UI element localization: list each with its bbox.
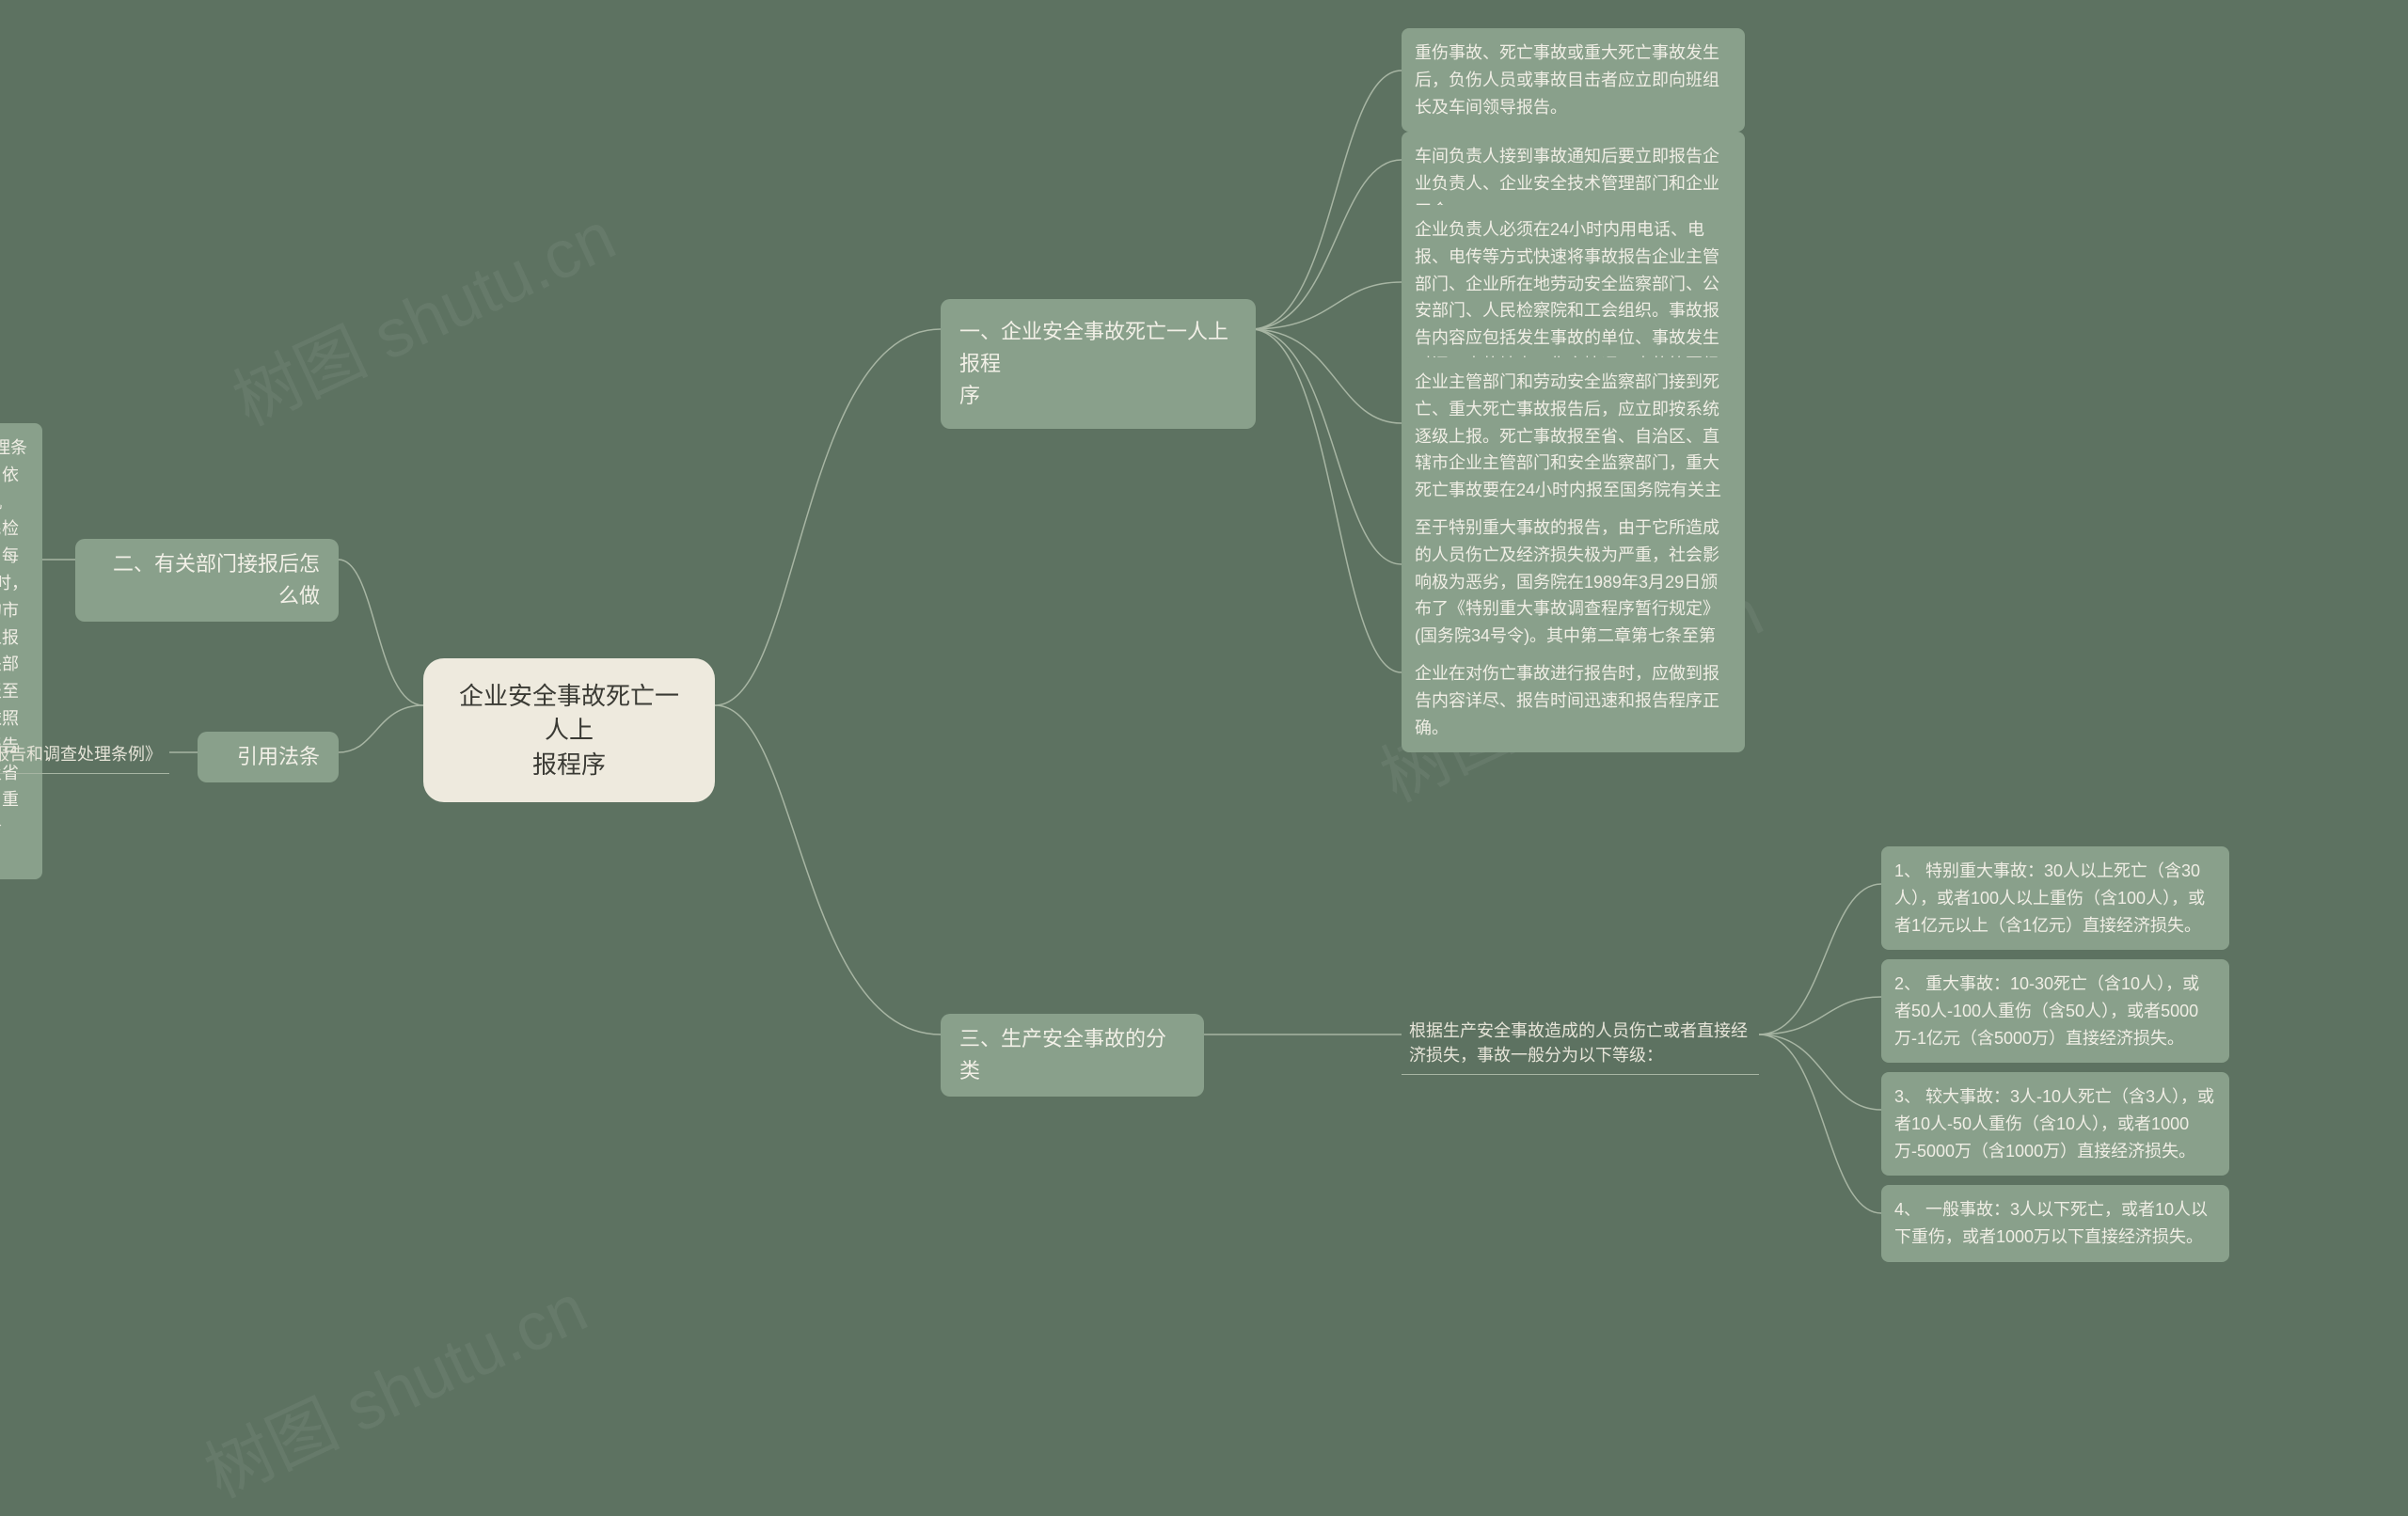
branch-node-4[interactable]: 三、生产安全事故的分类 bbox=[941, 1014, 1204, 1097]
root-node[interactable]: 企业安全事故死亡一人上 报程序 bbox=[423, 658, 715, 802]
leaf-node[interactable]: 4、 一般事故：3人以下死亡，或者10人以下重伤，或者1000万以下直接经济损失… bbox=[1881, 1185, 2229, 1262]
branch-node-2[interactable]: 二、有关部门接报后怎么做 bbox=[75, 539, 339, 622]
leaf-node[interactable]: 重伤事故、死亡事故或重大死亡事故发生后，负伤人员或事故目击者应立即向班组长及车间… bbox=[1402, 28, 1745, 132]
leaf-node-underline[interactable]: 根据生产安全事故造成的人员伤亡或者直接经济损失，事故一般分为以下等级： bbox=[1402, 1012, 1759, 1075]
branch-node-3[interactable]: 引用法条 bbox=[198, 732, 339, 782]
leaf-node[interactable]: 企业在对伤亡事故进行报告时，应做到报告内容详尽、报告时间迅速和报告程序正确。 bbox=[1402, 649, 1745, 752]
branch-node-1[interactable]: 一、企业安全事故死亡一人上报程 序 bbox=[941, 299, 1256, 429]
root-line1: 企业安全事故死亡一人上 bbox=[459, 682, 679, 744]
leaf-node-underline[interactable]: [1]《生产安全事故报告和调查处理条例》 bbox=[0, 735, 169, 774]
branch1-line1: 一、企业安全事故死亡一人上报程 bbox=[959, 320, 1228, 375]
leaf-node[interactable]: 1、 特别重大事故：30人以上死亡（含30人），或者100人以上重伤（含100人… bbox=[1881, 846, 2229, 950]
watermark: 树图 shutu.cn bbox=[186, 1254, 600, 1516]
leaf-node[interactable]: 2、 重大事故：10-30死亡（含10人），或者50人-100人重伤（含50人）… bbox=[1881, 959, 2229, 1063]
branch1-line2: 序 bbox=[959, 384, 980, 407]
leaf-node[interactable]: 依据：《生产安全事故报告和调查处理条例》有关部门接到事故报告后，应当依照规定上报… bbox=[0, 423, 42, 879]
leaf-node[interactable]: 3、 较大事故：3人-10人死亡（含3人），或者10人-50人重伤（含10人），… bbox=[1881, 1072, 2229, 1176]
watermark: 树图 shutu.cn bbox=[214, 182, 628, 445]
root-line2: 报程序 bbox=[532, 750, 606, 779]
